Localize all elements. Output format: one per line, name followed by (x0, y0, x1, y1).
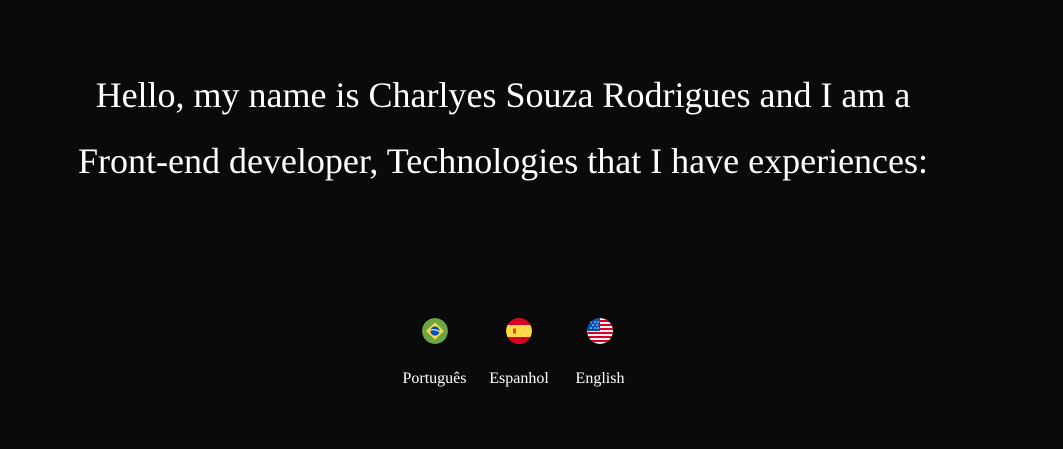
brazil-flag-icon[interactable] (421, 318, 448, 344)
language-label-portuguese[interactable]: Português (403, 370, 467, 388)
intro-line-1: Hello, my name is Charlyes Souza Rodrigu… (95, 75, 911, 115)
language-selector: Português Espanhol English (0, 318, 1063, 398)
intro-line-2: Front-end developer, Technologies that I… (77, 141, 929, 181)
language-option-spanish[interactable]: Espanhol (484, 318, 554, 388)
language-option-english[interactable]: English (569, 318, 631, 388)
intro-heading: Hello, my name is Charlyes Souza Rodrigu… (0, 62, 1006, 194)
language-label-spanish[interactable]: Espanhol (489, 370, 549, 388)
language-option-portuguese[interactable]: Português (397, 318, 472, 388)
usa-flag-icon[interactable] (587, 318, 613, 344)
spain-flag-icon[interactable] (506, 318, 532, 344)
language-label-english[interactable]: English (576, 370, 625, 388)
